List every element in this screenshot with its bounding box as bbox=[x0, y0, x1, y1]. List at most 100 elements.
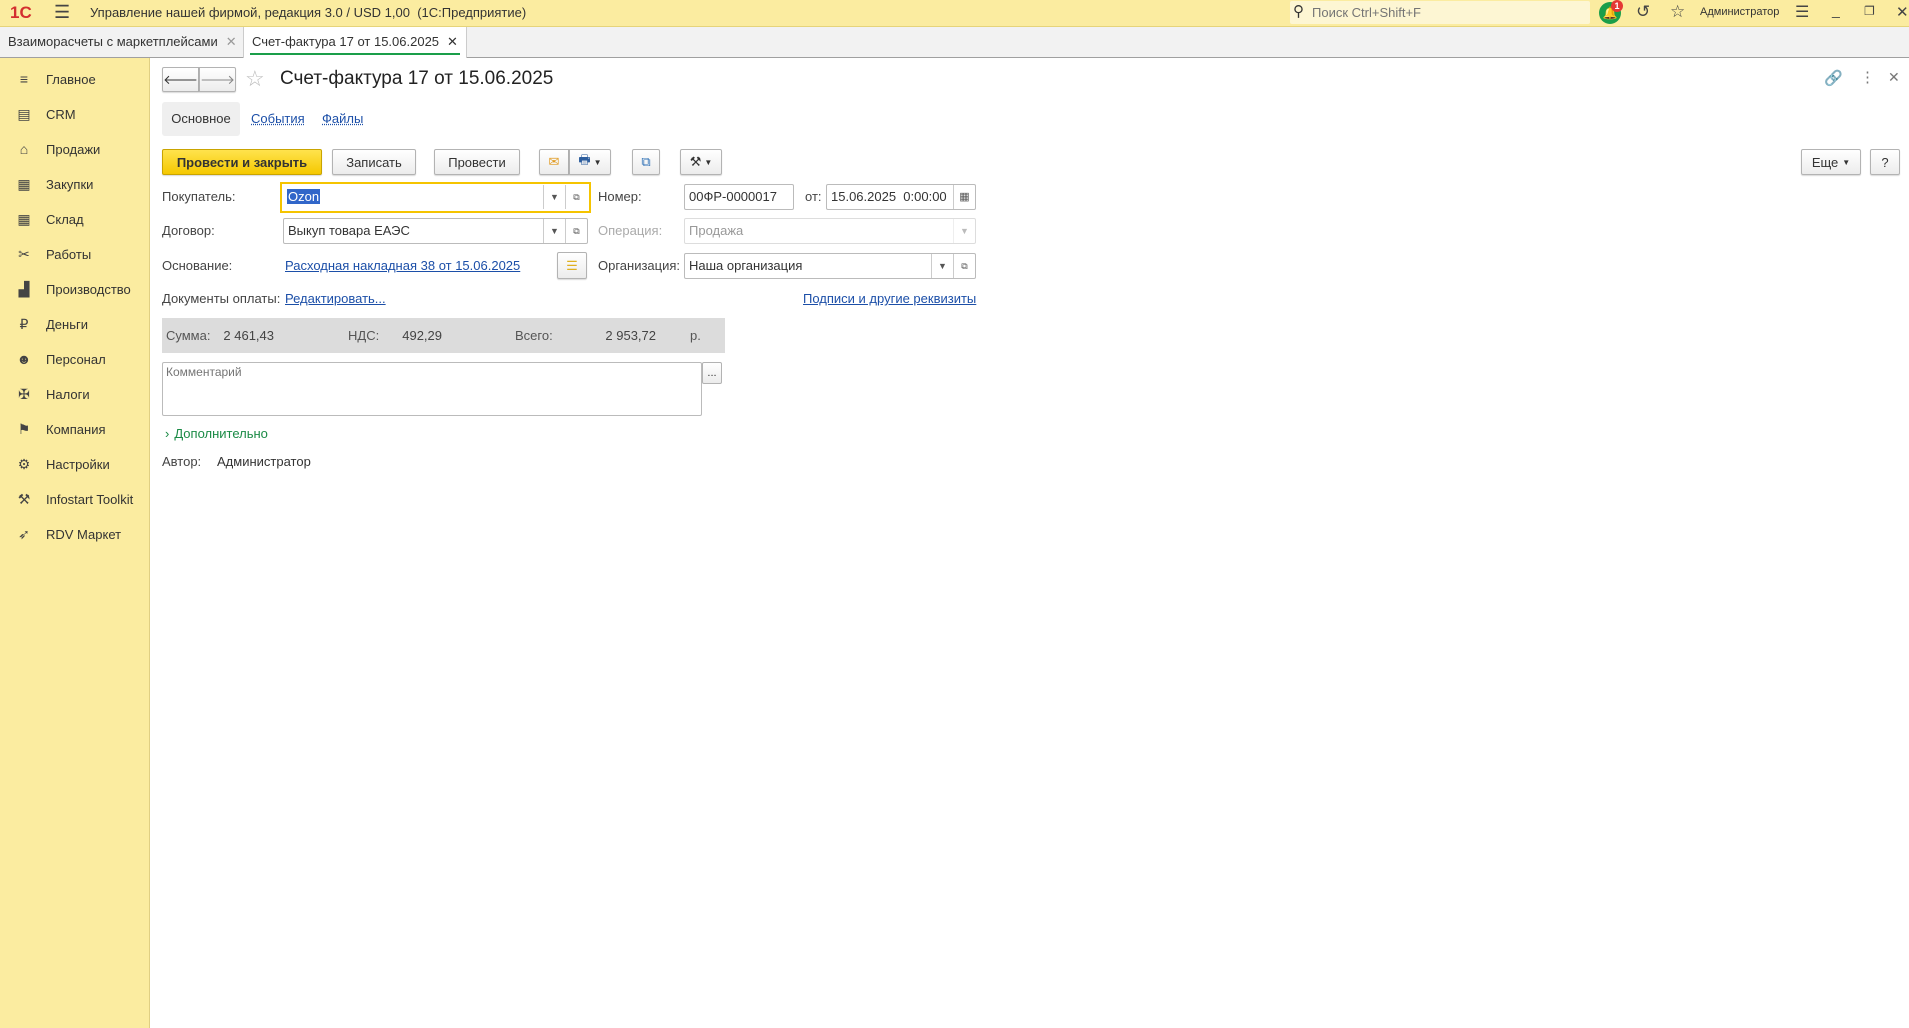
settings-menu-icon[interactable]: ☰ bbox=[1795, 2, 1809, 22]
section-icon: ≡ bbox=[19, 71, 29, 87]
section-icon: ⚑ bbox=[17, 420, 31, 437]
sidebar-item[interactable]: ₽ Деньги bbox=[0, 307, 149, 341]
section-icon: ⚙ bbox=[17, 455, 31, 472]
sidebar-item[interactable]: ✂ Работы bbox=[0, 237, 149, 271]
comment-input[interactable] bbox=[162, 362, 702, 416]
restore-icon[interactable]: ❐ bbox=[1864, 4, 1875, 18]
author-label: Автор: bbox=[162, 454, 202, 469]
buyer-label: Покупатель: bbox=[162, 189, 236, 204]
sidebar-item[interactable]: ⌂ Продажи bbox=[0, 132, 149, 166]
title-bar: 1С ☰ Управление нашей фирмой, редакция 3… bbox=[0, 0, 1909, 27]
sum-value: 2 461,43 bbox=[223, 328, 274, 343]
author-value: Администратор bbox=[217, 454, 311, 469]
sidebar: ≡ Главное ▤ CRM ⌂ Продажи ▦ Закупки ▦ Склад ✂ Работ… bbox=[0, 58, 150, 1028]
tab-invoice[interactable]: Счет-фактура 17 от 15.06.2025 ✕ bbox=[243, 27, 467, 58]
dropdown-icon[interactable]: ▼ bbox=[543, 219, 565, 243]
notification-count-badge: 1 bbox=[1611, 0, 1623, 12]
sidebar-item[interactable]: ➶ RDV Маркет bbox=[0, 517, 149, 551]
sidebar-item-label: Деньги bbox=[46, 316, 88, 332]
minimize-icon[interactable]: _ bbox=[1832, 2, 1840, 18]
close-tab-icon[interactable]: ✕ bbox=[226, 34, 237, 49]
signatures-link[interactable]: Подписи и другие реквизиты bbox=[803, 291, 976, 307]
section-icon: ▤ bbox=[17, 105, 31, 122]
section-icon: ➶ bbox=[18, 525, 30, 542]
contract-field[interactable]: Выкуп товара ЕАЭС ▼ ⧉ bbox=[283, 218, 588, 244]
favorites-star-icon[interactable]: ☆ bbox=[1670, 2, 1685, 22]
sidebar-item[interactable]: ▟ Производство bbox=[0, 272, 149, 306]
sidebar-item-label: Работы bbox=[46, 246, 92, 262]
sidebar-item[interactable]: ▦ Закупки bbox=[0, 167, 149, 201]
post-and-close-button[interactable]: Провести и закрыть bbox=[162, 149, 322, 175]
sidebar-item-label: Компания bbox=[46, 421, 106, 437]
sidebar-item-label: Производство bbox=[46, 281, 131, 297]
help-button[interactable]: ? bbox=[1870, 149, 1900, 175]
sidebar-item[interactable]: ▦ Склад bbox=[0, 202, 149, 236]
section-icon: ₽ bbox=[19, 315, 29, 332]
back-button[interactable]: 🡐 bbox=[162, 67, 199, 92]
section-icon: ✂ bbox=[18, 245, 30, 262]
sidebar-item[interactable]: ⚑ Компания bbox=[0, 412, 149, 446]
comment-expand-button[interactable]: ... bbox=[702, 362, 722, 384]
vat-value: 492,29 bbox=[402, 328, 442, 343]
save-button[interactable]: Записать bbox=[332, 149, 416, 175]
user-name[interactable]: Администратор bbox=[1700, 6, 1779, 18]
additional-section-toggle[interactable]: › Дополнительно bbox=[165, 426, 268, 441]
sidebar-item[interactable]: ✠ Налоги bbox=[0, 377, 149, 411]
open-icon[interactable]: ⧉ bbox=[565, 185, 587, 209]
tab-main[interactable]: Основное bbox=[162, 102, 240, 136]
dropdown-icon: ▼ bbox=[953, 219, 975, 243]
link-icon[interactable]: 🔗 bbox=[1824, 69, 1843, 87]
forward-button[interactable]: 🡒 bbox=[199, 67, 236, 92]
printer-icon: 🖶 bbox=[578, 152, 591, 167]
search-box[interactable]: ⚲ bbox=[1290, 1, 1590, 24]
sidebar-item[interactable]: ⚙ Настройки bbox=[0, 447, 149, 481]
organization-field[interactable]: Наша организация ▼ ⧉ bbox=[684, 253, 976, 279]
section-icon: ☻ bbox=[16, 351, 32, 367]
tools-button[interactable]: ⚒ ▼ bbox=[680, 149, 722, 175]
sidebar-item[interactable]: ☻ Персонал bbox=[0, 342, 149, 376]
dropdown-icon[interactable]: ▼ bbox=[931, 254, 953, 278]
sidebar-item[interactable]: ≡ Главное bbox=[0, 62, 149, 96]
select-basis-button[interactable]: ☰ bbox=[557, 252, 587, 279]
open-tabs-bar: Взаиморасчеты с маркетплейсами ✕ Счет-фак… bbox=[0, 27, 1909, 58]
open-icon[interactable]: ⧉ bbox=[565, 219, 587, 243]
close-form-icon[interactable]: ✕ bbox=[1888, 69, 1900, 86]
send-email-button[interactable]: ✉ bbox=[539, 149, 569, 175]
currency-label: р. bbox=[690, 328, 701, 343]
buyer-field[interactable]: Ozon ▼ ⧉ bbox=[283, 185, 588, 211]
contract-label: Договор: bbox=[162, 223, 215, 238]
open-icon[interactable]: ⧉ bbox=[953, 254, 975, 278]
more-actions-icon[interactable]: ⋮ bbox=[1860, 68, 1875, 86]
basis-link[interactable]: Расходная накладная 38 от 15.06.2025 bbox=[285, 258, 520, 274]
section-icon: ✠ bbox=[18, 385, 30, 402]
close-app-icon[interactable]: ✕ bbox=[1896, 3, 1909, 21]
tab-events[interactable]: События bbox=[251, 111, 305, 127]
operation-label: Операция: bbox=[598, 223, 663, 238]
dropdown-icon[interactable]: ▼ bbox=[543, 185, 565, 209]
tab-mutual-settlements[interactable]: Взаиморасчеты с маркетплейсами ✕ bbox=[0, 27, 245, 58]
more-button[interactable]: Еще ▼ bbox=[1801, 149, 1861, 175]
search-input[interactable] bbox=[1312, 3, 1582, 22]
close-tab-icon[interactable]: ✕ bbox=[447, 34, 458, 49]
organization-label: Организация: bbox=[598, 258, 681, 273]
sidebar-item[interactable]: ⚒ Infostart Toolkit bbox=[0, 482, 149, 516]
date-field[interactable]: 15.06.2025 0:00:00 ▦ bbox=[826, 184, 976, 210]
section-icon: ▟ bbox=[18, 280, 30, 297]
structure-button[interactable]: ⧉ bbox=[632, 149, 660, 175]
total-value: 2 953,72 bbox=[605, 328, 656, 343]
sidebar-item-label: Закупки bbox=[46, 176, 94, 192]
calendar-icon[interactable]: ▦ bbox=[953, 185, 975, 209]
sidebar-item[interactable]: ▤ CRM bbox=[0, 97, 149, 131]
edit-payment-docs-link[interactable]: Редактировать... bbox=[285, 291, 386, 307]
totals-panel: Сумма: 2 461,43 НДС: 492,29 Всего: 2 953… bbox=[162, 318, 725, 353]
print-button[interactable]: 🖶 ▼ bbox=[569, 149, 611, 175]
tab-files[interactable]: Файлы bbox=[322, 111, 363, 127]
structure-icon: ⧉ bbox=[641, 154, 651, 169]
favorite-star-icon[interactable]: ☆ bbox=[245, 66, 265, 92]
main-menu-icon[interactable]: ☰ bbox=[54, 2, 70, 23]
history-icon[interactable]: ↺ bbox=[1636, 2, 1650, 22]
number-field[interactable]: 00ФР-0000017 bbox=[684, 184, 794, 210]
post-button[interactable]: Провести bbox=[434, 149, 520, 175]
sidebar-item-label: Продажи bbox=[46, 141, 101, 157]
sidebar-item-label: Infostart Toolkit bbox=[46, 491, 134, 507]
